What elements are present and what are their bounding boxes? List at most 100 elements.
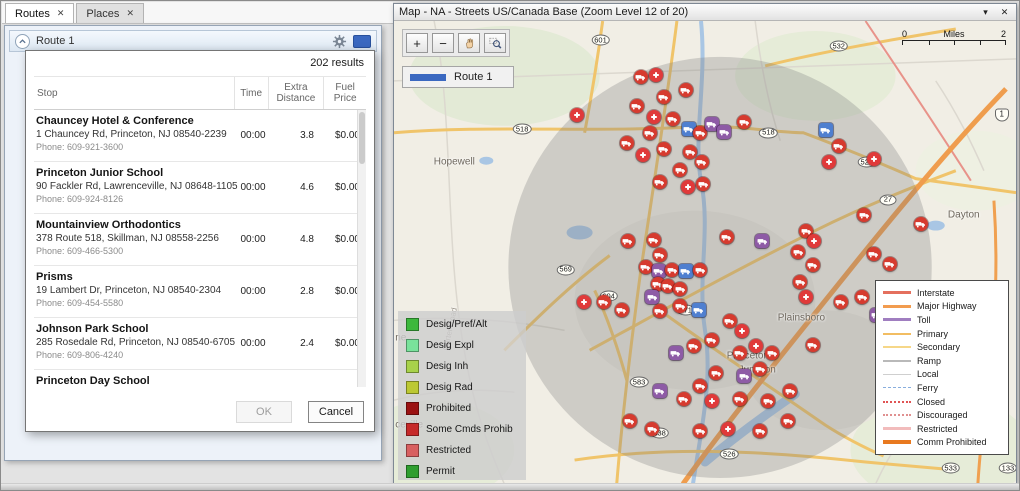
medical-poi-marker[interactable] bbox=[649, 68, 663, 82]
medical-poi-marker[interactable] bbox=[570, 108, 584, 122]
medical-poi-marker[interactable] bbox=[705, 394, 719, 408]
truck-restriction-marker[interactable] bbox=[657, 142, 671, 156]
truck-restriction-marker[interactable] bbox=[832, 139, 846, 153]
truck-restriction-marker[interactable] bbox=[693, 424, 707, 438]
truck-restriction-marker[interactable] bbox=[720, 230, 734, 244]
truck-restriction-marker[interactable] bbox=[783, 384, 797, 398]
medical-poi-marker[interactable] bbox=[807, 234, 821, 248]
table-row[interactable]: Mountainview Orthodontics 378 Route 518,… bbox=[34, 214, 366, 266]
truck-poi-purple-marker[interactable] bbox=[737, 369, 751, 383]
medical-poi-marker[interactable] bbox=[681, 180, 695, 194]
table-row[interactable]: Chauncey Hotel & Conference 1 Chauncey R… bbox=[34, 110, 366, 162]
truck-restriction-marker[interactable] bbox=[857, 208, 871, 222]
pan-button[interactable] bbox=[458, 33, 480, 53]
truck-restriction-marker[interactable] bbox=[639, 260, 653, 274]
truck-restriction-marker[interactable] bbox=[781, 414, 795, 428]
close-icon[interactable]: ✕ bbox=[126, 9, 134, 18]
truck-restriction-marker[interactable] bbox=[761, 394, 775, 408]
collapse-icon[interactable]: ▾ bbox=[979, 7, 992, 18]
ok-button[interactable]: OK bbox=[236, 401, 292, 423]
close-icon[interactable]: ✕ bbox=[998, 7, 1011, 18]
truck-restriction-marker[interactable] bbox=[673, 163, 687, 177]
tab-routes[interactable]: Routes ✕ bbox=[5, 3, 74, 23]
truck-poi-purple-marker[interactable] bbox=[669, 346, 683, 360]
medical-poi-marker[interactable] bbox=[822, 155, 836, 169]
truck-restriction-marker[interactable] bbox=[753, 362, 767, 376]
zoom-box-button[interactable] bbox=[484, 33, 506, 53]
close-icon[interactable]: ✕ bbox=[57, 9, 65, 18]
zoom-out-button[interactable]: − bbox=[432, 33, 454, 53]
truck-restriction-marker[interactable] bbox=[621, 234, 635, 248]
truck-poi-purple-marker[interactable] bbox=[653, 384, 667, 398]
truck-restriction-marker[interactable] bbox=[620, 136, 634, 150]
medical-poi-marker[interactable] bbox=[647, 110, 661, 124]
truck-restriction-marker[interactable] bbox=[615, 303, 629, 317]
truck-restriction-marker[interactable] bbox=[793, 275, 807, 289]
truck-restriction-marker[interactable] bbox=[867, 247, 881, 261]
medical-poi-marker[interactable] bbox=[577, 295, 591, 309]
truck-restriction-marker[interactable] bbox=[753, 424, 767, 438]
route-color-icon[interactable] bbox=[353, 35, 371, 48]
truck-restriction-marker[interactable] bbox=[733, 346, 747, 360]
truck-restriction-marker[interactable] bbox=[665, 263, 679, 277]
truck-restriction-marker[interactable] bbox=[647, 233, 661, 247]
truck-restriction-marker[interactable] bbox=[914, 217, 928, 231]
truck-restriction-marker[interactable] bbox=[737, 115, 751, 129]
collapse-route-button[interactable] bbox=[15, 34, 30, 49]
truck-restriction-marker[interactable] bbox=[705, 333, 719, 347]
truck-restriction-marker[interactable] bbox=[677, 392, 691, 406]
medical-poi-marker[interactable] bbox=[735, 324, 749, 338]
medical-poi-marker[interactable] bbox=[799, 290, 813, 304]
truck-restriction-marker[interactable] bbox=[765, 346, 779, 360]
table-row[interactable]: Princeton Day School bbox=[34, 370, 366, 387]
results-scrollbar[interactable] bbox=[357, 110, 366, 387]
truck-restriction-marker[interactable] bbox=[733, 392, 747, 406]
truck-restriction-marker[interactable] bbox=[653, 304, 667, 318]
scrollbar-thumb[interactable] bbox=[359, 112, 365, 164]
truck-poi-purple-marker[interactable] bbox=[755, 234, 769, 248]
truck-restriction-marker[interactable] bbox=[723, 314, 737, 328]
medical-poi-marker[interactable] bbox=[867, 152, 881, 166]
truck-restriction-marker[interactable] bbox=[693, 263, 707, 277]
table-row[interactable]: Johnson Park School 285 Rosedale Rd, Pri… bbox=[34, 318, 366, 370]
truck-restriction-marker[interactable] bbox=[695, 155, 709, 169]
truck-restriction-marker[interactable] bbox=[806, 338, 820, 352]
truck-restriction-marker[interactable] bbox=[645, 422, 659, 436]
map-canvas[interactable]: HopewellDaytonPlainsboroPrincetonJunctio… bbox=[394, 21, 1016, 484]
truck-restriction-marker[interactable] bbox=[834, 295, 848, 309]
table-row[interactable]: Princeton Junior School 90 Fackler Rd, L… bbox=[34, 162, 366, 214]
truck-restriction-marker[interactable] bbox=[679, 83, 693, 97]
truck-restriction-marker[interactable] bbox=[657, 90, 671, 104]
truck-poi-purple-marker[interactable] bbox=[717, 125, 731, 139]
truck-poi-blue-marker[interactable] bbox=[692, 303, 706, 317]
truck-restriction-marker[interactable] bbox=[806, 258, 820, 272]
truck-poi-purple-marker[interactable] bbox=[652, 264, 666, 278]
truck-restriction-marker[interactable] bbox=[673, 299, 687, 313]
truck-restriction-marker[interactable] bbox=[693, 379, 707, 393]
truck-restriction-marker[interactable] bbox=[883, 257, 897, 271]
truck-restriction-marker[interactable] bbox=[791, 245, 805, 259]
truck-restriction-marker[interactable] bbox=[630, 99, 644, 113]
truck-restriction-marker[interactable] bbox=[666, 112, 680, 126]
table-row[interactable]: Prisms 19 Lambert Dr, Princeton, NJ 0854… bbox=[34, 266, 366, 318]
truck-poi-blue-marker[interactable] bbox=[819, 123, 833, 137]
tab-places[interactable]: Places ✕ bbox=[76, 3, 144, 23]
medical-poi-marker[interactable] bbox=[749, 339, 763, 353]
truck-restriction-marker[interactable] bbox=[696, 177, 710, 191]
medical-poi-marker[interactable] bbox=[636, 148, 650, 162]
truck-restriction-marker[interactable] bbox=[687, 339, 701, 353]
truck-restriction-marker[interactable] bbox=[643, 126, 657, 140]
truck-restriction-marker[interactable] bbox=[597, 295, 611, 309]
truck-restriction-marker[interactable] bbox=[623, 414, 637, 428]
truck-restriction-marker[interactable] bbox=[634, 70, 648, 84]
zoom-in-button[interactable]: + bbox=[406, 33, 428, 53]
gear-icon[interactable] bbox=[332, 34, 347, 49]
truck-poi-purple-marker[interactable] bbox=[645, 290, 659, 304]
truck-restriction-marker[interactable] bbox=[855, 290, 869, 304]
truck-restriction-marker[interactable] bbox=[709, 366, 723, 380]
truck-restriction-marker[interactable] bbox=[653, 175, 667, 189]
medical-poi-marker[interactable] bbox=[721, 422, 735, 436]
truck-restriction-marker[interactable] bbox=[673, 282, 687, 296]
cancel-button[interactable]: Cancel bbox=[308, 401, 364, 423]
truck-poi-blue-marker[interactable] bbox=[679, 264, 693, 278]
